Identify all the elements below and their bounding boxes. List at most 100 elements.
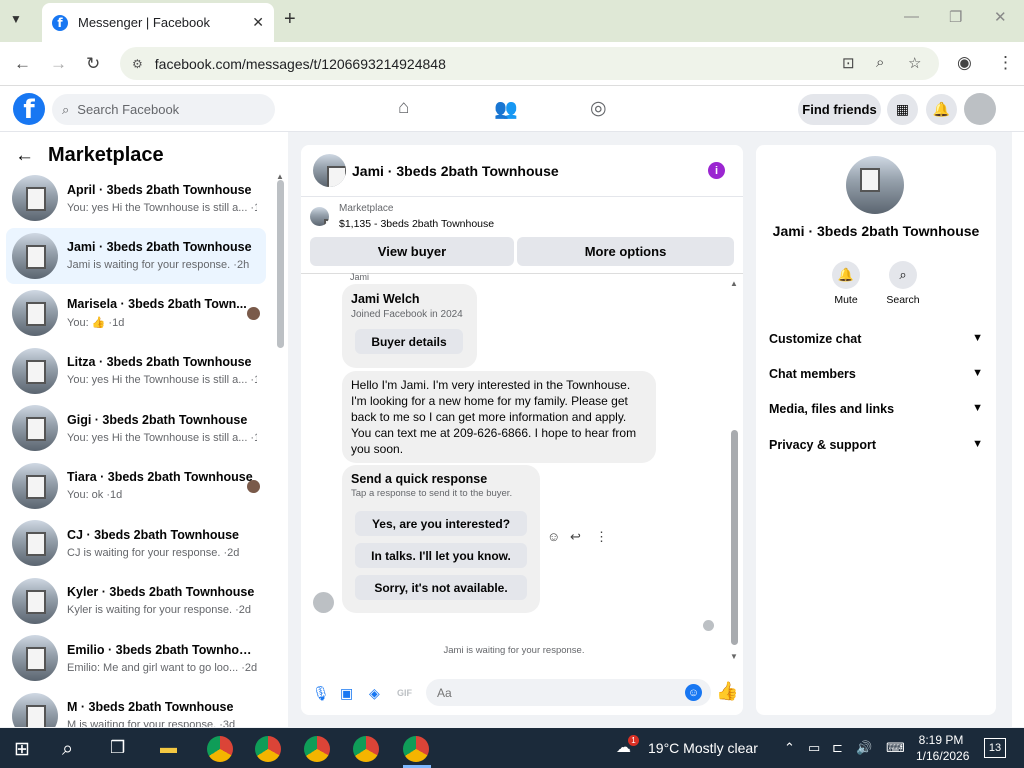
quick-response-yes-button[interactable]: Yes, are you interested? [355,511,527,536]
media-files-links-row[interactable]: Media, files and links ▼ [769,402,983,416]
address-url[interactable]: facebook.com/messages/t/1206693214924848 [155,56,446,72]
page-scrollbar[interactable] [1012,132,1024,727]
conversation-avatar [12,175,58,221]
mute-action[interactable]: 🔔 Mute [821,261,871,306]
conversation-preview: You: 👍 ·1d [67,317,125,329]
show-hidden-icons-chevron-icon[interactable]: ⌃ [784,740,795,756]
listing-thumbnail [310,207,329,226]
facebook-search-input[interactable]: ⌕ Search Facebook [52,94,275,125]
emoji-icon[interactable]: ☺ [685,684,702,701]
new-tab-icon[interactable]: + [284,8,296,31]
conversation-item[interactable]: April · 3beds 2bath Townhouse You: yes Hi… [6,170,266,226]
friends-icon[interactable]: 👥 [494,97,518,121]
groups-icon[interactable]: ◎ [590,97,607,120]
search-action[interactable]: ⌕ Search [878,261,928,306]
microphone-icon[interactable]: 🎙 [312,685,330,702]
minimize-icon[interactable]: — [904,8,919,25]
conversation-name: Tiara · 3beds 2bath Townhouse [67,470,253,484]
profile-icon[interactable]: ◉ [957,53,972,73]
react-emoji-icon[interactable]: ☺ [547,529,560,544]
conversation-item[interactable]: Litza · 3beds 2bath Townhouse You: yes Hi… [6,343,266,399]
privacy-support-row[interactable]: Privacy & support ▼ [769,438,983,452]
chat-scrollbar[interactable] [731,430,738,645]
conversation-preview: You: ok ·1d [67,489,123,501]
gif-icon[interactable]: GIF [397,688,412,698]
account-avatar[interactable] [964,93,996,125]
conversation-name: April · 3beds 2bath Townhouse [67,182,252,197]
zoom-icon[interactable]: ⌕ [876,54,884,71]
facebook-logo-icon[interactable]: f [13,93,45,125]
buyer-details-button[interactable]: Buyer details [355,329,463,354]
quick-response-sorry-button[interactable]: Sorry, it's not available. [355,575,527,600]
task-view-icon[interactable]: ❒ [110,738,125,758]
home-icon[interactable]: ⌂ [398,97,409,119]
conversation-item[interactable]: Gigi · 3beds 2bath Townhouse You: yes Hi … [6,400,266,456]
conversation-item[interactable]: Marisela · 3beds 2bath Town... You: 👍 ·1d [6,285,266,341]
listing-summary: Marketplace $1,135 - 3beds 2bath Townhou… [310,203,494,230]
quick-response-in-talks-button[interactable]: In talks. I'll let you know. [355,543,527,568]
menu-grid-icon[interactable]: ▦ [887,94,918,125]
meet-icon[interactable]: ▭ [808,740,820,756]
thumbs-up-like-icon[interactable]: 👍 [716,681,738,702]
forward-arrow-icon[interactable]: → [50,54,67,74]
notifications-bell-icon[interactable]: 🔔 [926,94,957,125]
conversation-item[interactable]: Jami · 3beds 2bath Townhouse Jami is wait… [6,227,266,284]
reload-icon[interactable]: ↻ [86,54,100,74]
chrome-profile-1-icon[interactable] [207,736,233,762]
conversation-item[interactable]: Kyler · 3beds 2bath Townhouse Kyler is wa… [6,573,266,629]
notification-center-icon[interactable]: 13 [984,738,1006,758]
network-icon[interactable]: ⊏ [832,740,843,756]
sidebar-scrollbar[interactable] [277,180,284,348]
chrome-profile-3-icon[interactable] [304,736,330,762]
conversation-name: CJ · 3beds 2bath Townhouse [67,527,240,542]
customize-chat-row[interactable]: Customize chat ▼ [769,332,983,346]
back-arrow-icon[interactable]: ← [14,54,31,74]
scroll-down-icon[interactable]: ▼ [730,652,738,661]
file-explorer-icon[interactable]: ▬ [160,738,177,758]
section-label: Chat members [769,367,856,381]
window-close-icon[interactable]: ✕ [994,8,1007,26]
weather-widget[interactable]: 19°C Mostly clear [648,740,758,756]
windows-taskbar: ⊞ ⌕ ❒ ▬ ☁ 1 19°C Mostly clear ⌃ ▭ ⊏ 🔊 ⌨ … [0,728,1024,768]
browser-menu-icon[interactable]: ⋮ [997,53,1014,73]
buyer-avatar[interactable] [313,592,334,613]
info-icon[interactable]: i [708,162,725,179]
restore-icon[interactable]: ❐ [949,8,962,26]
sticker-icon[interactable]: ◈ [369,685,380,702]
details-avatar[interactable] [846,156,904,214]
bookmark-star-icon[interactable]: ☆ [908,54,921,72]
conversation-item[interactable]: CJ · 3beds 2bath Townhouse CJ is waiting … [6,515,266,571]
keyboard-icon[interactable]: ⌨ [886,740,905,756]
close-tab-icon[interactable]: ✕ [252,14,264,31]
chrome-active-icon[interactable] [403,736,429,762]
chrome-profile-2-icon[interactable] [255,736,281,762]
bell-icon[interactable]: 🔔 [832,261,860,289]
tab-search-chevron-icon[interactable]: ▼ [10,12,22,26]
reply-icon[interactable]: ↩ [570,529,581,545]
search-icon[interactable]: ⌕ [889,261,917,289]
chat-avatar[interactable] [313,154,346,187]
conversation-item[interactable]: Emilio · 3beds 2bath Townhouse Emilio: Me… [6,630,266,686]
windows-start-icon[interactable]: ⊞ [14,738,30,761]
address-bar[interactable]: ⚙ facebook.com/messages/t/12066932149248… [120,47,939,80]
search-icon[interactable]: ⌕ [62,738,73,761]
volume-icon[interactable]: 🔊 [856,740,872,756]
site-info-icon[interactable]: ⚙ [132,57,143,71]
browser-tab-messenger[interactable]: f Messenger | Facebook ✕ [42,3,274,42]
message-input[interactable] [426,679,711,706]
install-app-icon[interactable]: ⊡ [842,54,855,72]
tab-title: Messenger | Facebook [78,15,210,30]
chrome-profile-4-icon[interactable] [353,736,379,762]
photo-icon[interactable]: ▣ [340,685,353,702]
more-options-button[interactable]: More options [517,237,734,266]
system-clock[interactable]: 8:19 PM 1/16/2026 [916,732,969,764]
view-buyer-button[interactable]: View buyer [310,237,514,266]
chat-title[interactable]: Jami · 3beds 2bath Townhouse [352,163,559,179]
conversation-item[interactable]: M · 3beds 2bath Townhouse M is waiting fo… [6,688,266,727]
chat-members-row[interactable]: Chat members ▼ [769,367,983,381]
conversation-item[interactable]: Tiara · 3beds 2bath Townhouse You: ok ·1d [6,458,266,514]
find-friends-button[interactable]: Find friends [798,94,881,125]
back-arrow-icon[interactable]: ← [15,145,34,167]
scroll-up-icon[interactable]: ▲ [730,279,738,288]
more-actions-icon[interactable]: ⋮ [595,529,608,545]
